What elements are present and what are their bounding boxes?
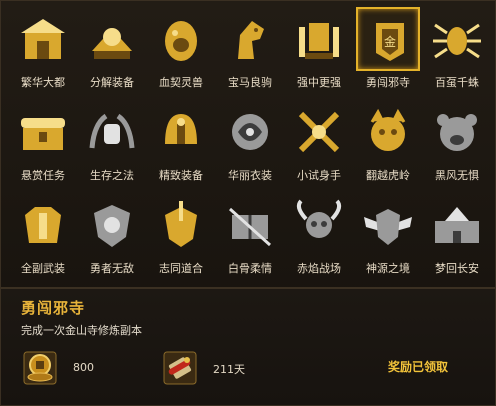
achievement-label: 勇者无敌 [90,262,134,275]
achievement-label: 赤焰战场 [297,262,341,275]
achievement-7[interactable]: 百虿千蛛 [423,5,491,95]
achievement-5[interactable]: 强中更强 [285,5,353,95]
achievement-label: 神源之境 [366,262,410,275]
achievement-3[interactable]: 血契灵兽 [147,5,215,95]
achievement-20[interactable]: 神源之境 [354,191,422,281]
achievement-label: 翻越虎岭 [366,169,410,182]
achievement-9[interactable]: 生存之法 [78,98,146,188]
winged-shield-icon[interactable] [356,193,420,257]
achievement-label: 精致装备 [159,169,203,182]
reward-scroll-value: 211天 [213,363,245,376]
flower-shield-icon[interactable] [80,193,144,257]
achievement-label: 勇闯邪寺 [366,76,410,89]
achievement-panel: 繁华大都 分解装备 血契灵兽 宝马良驹 强中更强金勇闯邪寺 百虿千蛛 悬赏任务 生存之法 精致装… [0,0,496,406]
palace-gate-icon[interactable] [11,7,75,71]
achievement-6[interactable]: 金勇闯邪寺 [354,5,422,95]
dragon-emblem-icon[interactable] [218,100,282,164]
armor-icon[interactable] [11,193,75,257]
coin-stack-icon[interactable] [23,351,57,385]
achievement-label: 白骨柔情 [228,262,272,275]
detail-title: 勇闯邪寺 [21,299,86,317]
achievement-10[interactable]: 精致装备 [147,98,215,188]
beast-egg-icon[interactable] [149,7,213,71]
achievement-label: 繁华大都 [21,76,65,89]
achievement-19[interactable]: 赤焰战场 [285,191,353,281]
achievement-1[interactable]: 繁华大都 [9,5,77,95]
achievement-label: 生存之法 [90,169,134,182]
laurel-urn-icon[interactable] [80,100,144,164]
achievement-12[interactable]: 小试身手 [285,98,353,188]
achievement-label: 华丽衣装 [228,169,272,182]
achievement-label: 宝马良驹 [228,76,272,89]
achievement-21[interactable]: 梦回长安 [423,191,491,281]
achievement-17[interactable]: 志同道合 [147,191,215,281]
achievement-label: 黑风无惧 [435,169,479,182]
trophy-banner-icon[interactable] [287,7,351,71]
svg-text:金: 金 [384,34,396,49]
achievement-15[interactable]: 全副武装 [9,191,77,281]
achievement-label: 百虿千蛛 [435,76,479,89]
horned-skull-icon[interactable] [287,193,351,257]
reward-coin-value: 800 [73,361,94,374]
achievement-2[interactable]: 分解装备 [78,5,146,95]
achievement-label: 悬赏任务 [21,169,65,182]
achievement-4[interactable]: 宝马良驹 [216,5,284,95]
tiger-head-icon[interactable] [356,100,420,164]
achievement-grid: 繁华大都 分解装备 血契灵兽 宝马良驹 强中更强金勇闯邪寺 百虿千蛛 悬赏任务 生存之法 精致装… [9,5,489,283]
bear-head-icon[interactable] [425,100,489,164]
achievement-label: 梦回长安 [435,262,479,275]
achievement-label: 小试身手 [297,169,341,182]
achievement-detail: 勇闯邪寺 完成一次金山寺修炼副本 800 211天 奖励已领取 [1,289,495,405]
achievement-label: 强中更强 [297,76,341,89]
achievement-label: 全副武装 [21,262,65,275]
achievement-label: 志同道合 [159,262,203,275]
city-wall-icon[interactable] [425,193,489,257]
scroll-chest-icon[interactable] [11,100,75,164]
flag-shield-icon[interactable] [149,193,213,257]
achievement-14[interactable]: 黑风无惧 [423,98,491,188]
gold-banner-icon[interactable]: 金 [356,7,420,71]
spider-icon[interactable] [425,7,489,71]
achievement-11[interactable]: 华丽衣装 [216,98,284,188]
achievement-label: 分解装备 [90,76,134,89]
red-scroll-icon[interactable] [163,351,197,385]
helmet-icon[interactable] [149,100,213,164]
bone-book-icon[interactable] [218,193,282,257]
achievement-label: 血契灵兽 [159,76,203,89]
horse-head-icon[interactable] [218,7,282,71]
achievement-13[interactable]: 翻越虎岭 [354,98,422,188]
achievement-8[interactable]: 悬赏任务 [9,98,77,188]
crossed-swords-icon[interactable] [287,100,351,164]
reward-claimed-status[interactable]: 奖励已领取 [388,358,448,375]
achievement-16[interactable]: 勇者无敌 [78,191,146,281]
decompose-gear-icon[interactable] [80,7,144,71]
detail-description: 完成一次金山寺修炼副本 [21,324,142,337]
achievement-18[interactable]: 白骨柔情 [216,191,284,281]
